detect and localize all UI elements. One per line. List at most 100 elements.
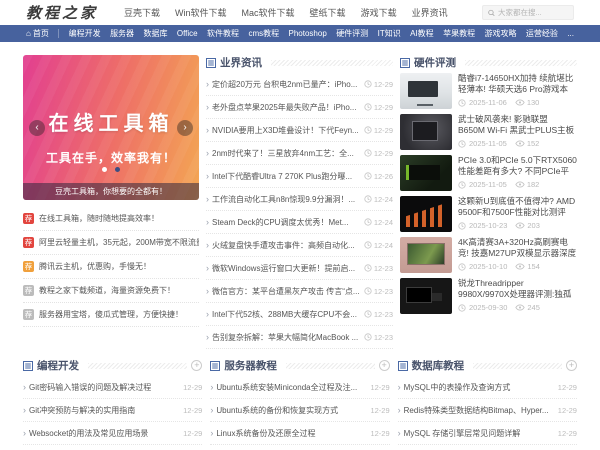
promo-carousel[interactable]: 在线工具箱 工具在手，效率我有！ ‹ › 豆壳工具箱，你想要的全都有！ [23,55,199,200]
hardware-date: 2025-11-05 [469,139,507,148]
carousel-dot-active[interactable] [101,167,107,172]
more-button[interactable]: + [191,360,203,371]
bullet-icon: › [206,308,209,319]
news-title: NVIDIA要用上X3D堆叠设计！下代Feyn... [212,125,359,135]
carousel-prev-button[interactable]: ‹ [29,119,45,136]
site-logo[interactable]: 教程之家 [26,2,98,23]
promo-item[interactable]: 荐 教程之家下载频道，海量资源免费下！ [23,279,199,303]
article-item[interactable]: ›ubuntu使用timeshift向外部硬盘备份方式12-29 [210,445,389,450]
promo-item[interactable]: 荐 阿里云轻量主机，35元起，200M带宽不限流量！ [23,231,199,255]
laptop-photo-thumbnail [400,73,452,109]
promo-item[interactable]: 荐 在线工具箱，随时随地提高效率！ [23,207,199,231]
search-box[interactable] [482,5,574,20]
promo-item[interactable]: 荐 腾讯云主机，优惠购，手慢无！ [23,255,199,279]
nav-item-home[interactable]: ⌂ 首页 [26,28,49,39]
article-title: MySQL中的表操作及查询方式 [403,382,511,392]
nav-item-office[interactable]: Office [177,29,198,38]
article-item[interactable]: ›Git撤销命令revert与reset区别全面对比12-29 [23,445,202,450]
nav-item-photoshop[interactable]: Photoshop [289,29,327,38]
article-item[interactable]: › MySQL 存储引擎层常见问题详解 12-29 [397,422,577,445]
clock-icon [364,218,372,226]
nav-item-programming[interactable]: 编程开发 [69,28,101,39]
hardware-title: 武士破风袭来! 影驰联盟 B650M Wi-Fi 黑武士PLUS主板评测 [458,114,575,137]
top-nav-item-mac-software[interactable]: Mac软件下载 [242,6,295,19]
article-title: Git冲突预防与解决的实用指南 [29,405,136,415]
article-item[interactable]: ›oracle的trace,alert,incident,cdump,hm...… [398,445,577,450]
article-title: Linux系统备份及还原全过程 [216,428,316,438]
news-title: Intel下代酷睿Ultra 7 270K Plus跑分曝... [212,171,353,181]
bullet-icon: › [206,193,209,204]
hardware-item[interactable]: 4K高清赛3A+320Hz高刷赛电竞! 技嘉M27UP双模显示器深度体 2025… [400,237,577,273]
top-nav-item-downloads[interactable]: 豆壳下载 [124,6,160,19]
list-icon [210,360,221,371]
news-item[interactable]: › 2nm时代来了！三星放弃4nm工艺：全... 12-29 [206,142,393,165]
article-item[interactable]: › Websocket的用法及常见应用场景 12-29 [23,422,203,445]
news-date: 12-29 [373,79,393,89]
clock-icon [364,126,372,134]
news-item[interactable]: › 火绒复盘快手遭攻击事件：高频自动化... 12-24 [206,234,393,257]
nav-item-software-tutorials[interactable]: 软件教程 [207,28,239,39]
news-item[interactable]: › Steam Deck的CPU调度太优秀！Met... 12-24 [206,211,393,234]
more-button[interactable]: + [378,360,390,371]
nav-item-apple-tutorials[interactable]: 苹果教程 [443,28,475,39]
clock-icon [458,180,466,189]
hardware-item[interactable]: PCIe 3.0和PCIe 5.0下RTX5060性能差距有多大? 不同PCIe… [400,155,577,191]
top-nav-item-wallpapers[interactable]: 壁纸下载 [310,6,346,19]
eye-icon [515,304,526,311]
article-item[interactable]: › Linux系统备份及还原全过程 12-29 [210,422,390,445]
nav-item-it-knowledge[interactable]: IT知识 [378,28,401,39]
hardware-item[interactable]: 酷睿i7-14650HX加持 续航堪比轻薄本! 华硕天选6 Pro游戏本 202… [400,73,577,109]
news-item[interactable]: › 告别复杂拆解：苹果大幅简化MacBook ... 12-23 [206,326,393,349]
article-item[interactable]: › Redis特殊类型数据结构Bitmap、Hyper... 12-29 [397,399,577,422]
article-item[interactable]: › MySQL中的表操作及查询方式 12-29 [397,376,577,399]
nav-item-server[interactable]: 服务器 [110,28,134,39]
nav-item-game-guides[interactable]: 游戏攻略 [484,28,516,39]
article-item[interactable]: › Git冲突预防与解决的实用指南 12-29 [23,399,203,422]
top-nav-item-industry-news[interactable]: 业界资讯 [412,6,448,19]
hardware-item[interactable]: 武士破风袭来! 影驰联盟 B650M Wi-Fi 黑武士PLUS主板评测 202… [400,114,577,150]
hardware-title: 这颗新U到底值不值得冲? AMD 9500F和7500F性能对比测评 [458,196,576,218]
hardware-date: 2025-11-05 [469,180,507,189]
nav-item-cms[interactable]: cms教程 [248,28,279,39]
nav-item-more[interactable]: ... [567,29,574,38]
carousel-dot[interactable] [115,167,121,172]
article-item[interactable]: › Git密码输入错误的问题及解决过程 12-29 [23,376,203,399]
news-date: 12-23 [373,263,393,273]
news-item[interactable]: › NVIDIA要用上X3D堆叠设计！下代Feyn... 12-29 [206,119,393,142]
nav-item-hardware-reviews[interactable]: 硬件评测 [336,28,368,39]
news-item[interactable]: › 微信官方：某平台遭黑灰产攻击 传言“点... 12-23 [206,280,393,303]
clock-icon [458,262,466,271]
news-title: 老外盘点苹果2025年最失败产品！iPho... [212,102,357,112]
news-date: 12-24 [373,217,393,227]
list-icon [400,57,410,68]
news-item[interactable]: › 工作流自动化工具n8n惊现9.9分漏洞！... 12-24 [206,188,393,211]
section-title: 硬件评测 [414,57,456,69]
left-column: 在线工具箱 工具在手，效率我有！ ‹ › 豆壳工具箱，你想要的全都有！ 荐 在线… [23,55,199,349]
hardware-date: 2025-10-23 [469,221,508,230]
list-icon [397,360,408,371]
news-date: 12-24 [373,194,393,204]
clock-icon [364,333,372,341]
nav-item-ai-tutorials[interactable]: AI教程 [410,28,434,39]
news-item[interactable]: › Intel下代酷睿Ultra 7 270K Plus跑分曝... 12-26 [206,165,393,188]
search-input[interactable] [498,8,568,17]
news-item[interactable]: › 微软Windows运行窗口大更新！提前启... 12-23 [206,257,393,280]
nav-item-operations[interactable]: 运营经验 [526,28,558,39]
nav-item-database[interactable]: 数据库 [143,28,167,39]
promo-item[interactable]: 荐 服务器用宝塔，傻瓜式管理，方便快捷！ [23,303,199,327]
news-item[interactable]: › Intel下代52核、288MB大缓存CPU不会... 12-23 [206,303,393,326]
carousel-next-button[interactable]: › [177,119,193,136]
section-header: 硬件评测 [400,55,577,70]
top-nav-item-win-software[interactable]: Win软件下载 [175,6,227,19]
more-button[interactable]: + [565,360,577,371]
article-item[interactable]: › Ubuntu系统的备份和恢复实现方式 12-29 [210,399,390,422]
article-item[interactable]: › Ubuntu系统安装Miniconda全过程及注... 12-29 [210,376,390,399]
top-nav-item-games[interactable]: 游戏下载 [361,6,397,19]
bullet-icon: › [23,427,26,438]
main-nav: ⌂ 首页 编程开发 服务器 数据库 Office 软件教程 cms教程 Photo… [0,25,600,42]
carousel-caption[interactable]: 豆壳工具箱，你想要的全都有！ [23,183,199,200]
hardware-item[interactable]: 这颗新U到底值不值得冲? AMD 9500F和7500F性能对比测评 2025-… [400,196,577,232]
news-item[interactable]: › 老外盘点苹果2025年最失败产品！iPho... 12-29 [206,96,393,119]
news-item[interactable]: › 定价超20万元 台积电2nm已量产：iPho... 12-29 [206,73,393,96]
hardware-item[interactable]: 锐龙Threadripper 9980X/9970X处理器评测:独孤求败的HED… [400,278,577,314]
